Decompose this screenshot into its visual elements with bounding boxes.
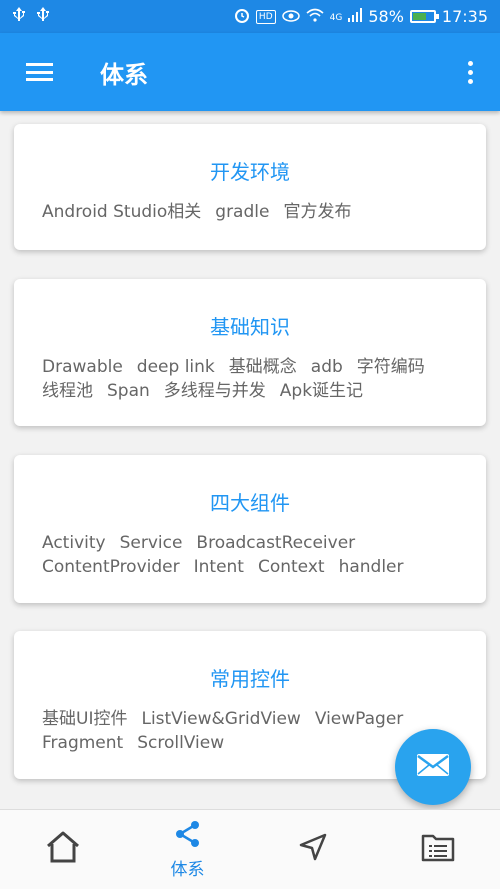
card-title: 四大组件 bbox=[210, 491, 290, 515]
nav-label: 体系 bbox=[170, 859, 205, 880]
tag: 多线程与并发 bbox=[163, 381, 266, 401]
page-title: 体系 bbox=[100, 60, 148, 89]
battery-percentage: 58% bbox=[368, 7, 404, 26]
home-icon bbox=[45, 830, 81, 869]
app-bar: 体系 bbox=[0, 33, 500, 111]
nav-item-navigation[interactable] bbox=[250, 810, 375, 889]
nav-item-system[interactable]: 体系 bbox=[125, 810, 250, 889]
hamburger-menu-icon[interactable] bbox=[0, 33, 78, 111]
signal-icon bbox=[348, 7, 363, 26]
list-folder-icon bbox=[421, 832, 455, 867]
eye-icon bbox=[281, 7, 300, 26]
usb-icon bbox=[12, 6, 26, 27]
tag: Span bbox=[107, 381, 150, 401]
tag-list: Activity Service BroadcastReceiver Conte… bbox=[14, 516, 486, 578]
tag: 字符编码 bbox=[356, 357, 425, 377]
tag: 线程池 bbox=[42, 381, 93, 401]
tag: ScrollView bbox=[137, 733, 225, 753]
tag: Fragment bbox=[42, 733, 124, 753]
usb-icon bbox=[36, 6, 50, 27]
mail-fab-button[interactable] bbox=[395, 729, 471, 805]
hd-badge: HD bbox=[255, 9, 276, 24]
tag: gradle bbox=[215, 202, 270, 222]
tag: 基础UI控件 bbox=[42, 709, 128, 729]
tag-list: Drawable deep link 基础概念 adb 字符编码 线程池 Spa… bbox=[14, 340, 486, 402]
tag: adb bbox=[310, 357, 343, 377]
tag: 基础概念 bbox=[228, 357, 297, 377]
tag: Context bbox=[257, 557, 325, 577]
tag: Intent bbox=[193, 557, 244, 577]
category-card[interactable]: 基础知识 Drawable deep link 基础概念 adb 字符编码 线程… bbox=[14, 279, 486, 426]
clock: 17:35 bbox=[441, 7, 488, 26]
navigation-icon bbox=[299, 833, 327, 866]
card-title: 基础知识 bbox=[210, 315, 290, 339]
category-card[interactable]: 四大组件 Activity Service BroadcastReceiver … bbox=[14, 455, 486, 603]
tag: ViewPager bbox=[314, 709, 404, 729]
share-icon bbox=[174, 820, 202, 853]
category-card[interactable]: 开发环境 Android Studio相关 gradle 官方发布 bbox=[14, 124, 486, 250]
battery-icon bbox=[409, 10, 439, 23]
nav-item-projects[interactable] bbox=[375, 810, 500, 889]
tag-list: Android Studio相关 gradle 官方发布 bbox=[14, 185, 486, 223]
tag: BroadcastReceiver bbox=[196, 533, 356, 553]
nav-item-home[interactable] bbox=[0, 810, 125, 889]
alarm-icon bbox=[234, 7, 250, 27]
tag: Activity bbox=[42, 533, 106, 553]
more-vert-icon[interactable] bbox=[440, 33, 500, 111]
tag: Drawable bbox=[42, 357, 123, 377]
tag: handler bbox=[338, 557, 404, 577]
mail-icon bbox=[416, 753, 450, 781]
tag: Apk诞生记 bbox=[279, 381, 364, 401]
tag: 官方发布 bbox=[283, 202, 352, 222]
bottom-navigation: 体系 bbox=[0, 809, 500, 889]
card-title: 开发环境 bbox=[210, 160, 290, 184]
network-type-label: 4G bbox=[329, 12, 343, 23]
tag: ListView&GridView bbox=[141, 709, 301, 729]
status-bar: HD 4G 58% 17:35 bbox=[0, 0, 500, 33]
tag: deep link bbox=[136, 357, 215, 377]
card-title: 常用控件 bbox=[210, 667, 290, 691]
tag: Service bbox=[119, 533, 183, 553]
tag: ContentProvider bbox=[42, 557, 180, 577]
tag: Android Studio相关 bbox=[42, 202, 202, 222]
wifi-icon bbox=[306, 7, 324, 26]
